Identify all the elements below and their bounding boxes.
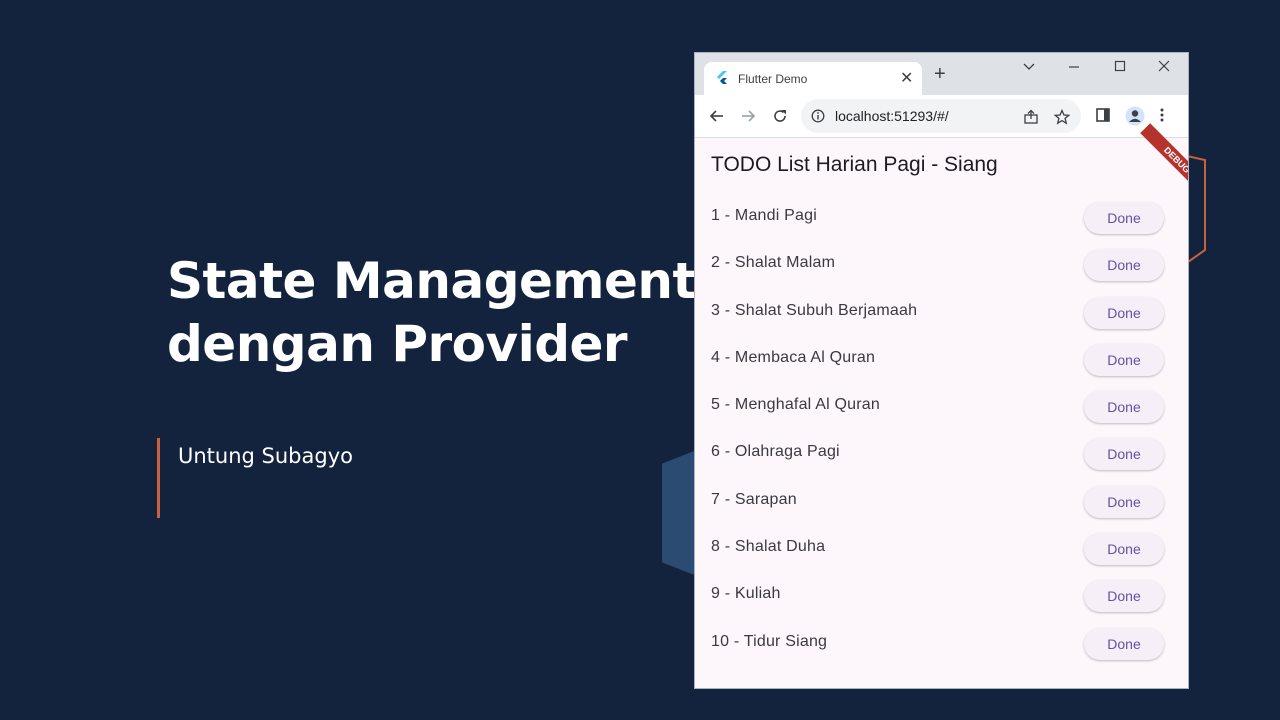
slide-title: State Management dengan Provider [167,250,696,376]
browser-tab[interactable]: Flutter Demo ✕ [704,62,922,95]
tab-close-icon[interactable]: ✕ [900,68,913,88]
done-button[interactable]: Done [1084,202,1164,234]
tab-strip: Flutter Demo ✕ + [695,53,1188,95]
done-button[interactable]: Done [1084,249,1164,282]
todo-label: 4 - Membaca Al Quran [711,348,876,366]
tab-title: Flutter Demo [738,72,808,86]
profile-icon[interactable] [1125,106,1145,126]
todo-list: 1 - Mandi Pagi Done 2 - Shalat Malam Don… [695,192,1188,665]
todo-label: 7 - Sarapan [711,490,797,508]
done-button[interactable]: Done [1084,438,1164,471]
todo-item: 10 - Tidur Siang Done [695,618,1188,665]
window-close-icon[interactable] [1157,59,1171,73]
todo-item: 7 - Sarapan Done [695,476,1188,523]
new-tab-plus-icon[interactable]: + [934,64,946,84]
todo-label: 1 - Mandi Pagi [711,207,817,224]
share-icon[interactable] [1023,109,1039,125]
todo-label: 10 - Tidur Siang [711,632,828,650]
address-bar[interactable]: localhost:51293/#/ [801,99,1081,133]
maximize-icon[interactable] [1113,59,1127,73]
side-panel-icon[interactable] [1095,107,1111,123]
done-button[interactable]: Done [1084,485,1164,518]
todo-label: 6 - Olahraga Pagi [711,443,840,461]
forward-arrow-icon[interactable] [740,108,756,124]
todo-item: 2 - Shalat Malam Done [695,239,1188,286]
todo-item: 3 - Shalat Subuh Berjamaah Done [695,287,1188,334]
done-button[interactable]: Done [1084,627,1164,660]
accent-bar [157,438,160,518]
done-button[interactable]: Done [1084,533,1164,566]
todo-item: 9 - Kuliah Done [695,570,1188,617]
todo-item: 8 - Shalat Duha Done [695,523,1188,570]
author-name: Untung Subagyo [178,444,353,468]
address-url: localhost:51293/#/ [835,108,949,124]
more-vert-icon[interactable] [1158,107,1166,123]
app-title: TODO List Harian Pagi - Siang [711,153,998,176]
slide-title-line-2: dengan Provider [167,315,628,373]
done-button[interactable]: Done [1084,580,1164,613]
done-button[interactable]: Done [1084,296,1164,329]
browser-toolbar: localhost:51293/#/ [695,95,1188,138]
todo-label: 2 - Shalat Malam [711,254,836,272]
done-button[interactable]: Done [1084,343,1164,376]
flutter-logo-icon [717,71,727,84]
todo-label: 8 - Shalat Duha [711,538,826,556]
todo-label: 5 - Menghafal Al Quran [711,396,880,414]
done-button[interactable]: Done [1084,391,1164,424]
todo-item: 4 - Membaca Al Quran Done [695,334,1188,381]
chevron-down-icon[interactable] [1022,59,1036,73]
todo-item: 6 - Olahraga Pagi Done [695,428,1188,475]
slide-title-line-1: State Management [167,252,696,310]
minimize-icon[interactable] [1067,59,1081,73]
star-icon[interactable] [1054,109,1070,125]
info-icon[interactable] [811,109,825,123]
todo-label: 3 - Shalat Subuh Berjamaah [711,301,918,319]
todo-item: 5 - Menghafal Al Quran Done [695,381,1188,428]
todo-item: 1 - Mandi Pagi Done [695,192,1188,239]
browser-window: Flutter Demo ✕ + localhost:51293/#/ TODO… [695,53,1188,688]
todo-label: 9 - Kuliah [711,585,781,603]
reload-icon[interactable] [772,108,788,124]
back-arrow-icon[interactable] [709,108,725,124]
